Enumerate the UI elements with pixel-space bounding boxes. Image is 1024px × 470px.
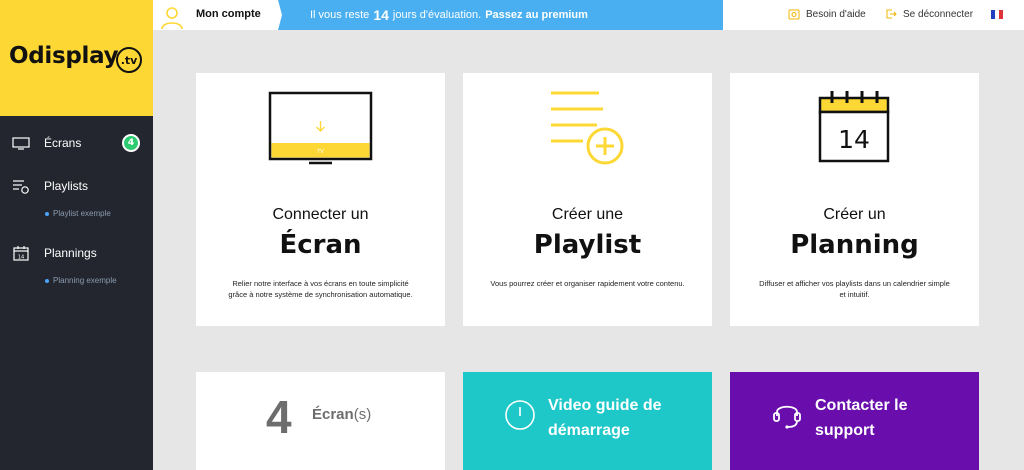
card-description: Relier notre interface à vos écrans en t… <box>228 279 413 299</box>
calendar-day: 14 <box>838 125 870 154</box>
sidebar-item-label: Playlists <box>44 179 89 193</box>
svg-text:14: 14 <box>18 255 24 261</box>
trial-banner[interactable]: Il vous reste 14 jours d'évaluation. Pas… <box>278 0 723 30</box>
sidebar-item-plannings[interactable]: 14 Plannings <box>0 242 153 264</box>
screen-count-badge: 4 <box>122 134 140 152</box>
sidebar-item-label: Plannings <box>44 246 97 260</box>
language-flag-fr[interactable] <box>991 10 1003 19</box>
sidebar-item-label: Écrans <box>44 136 82 150</box>
headset-icon <box>773 405 801 429</box>
sidebar: Odisplay .tv Écrans 4 Playlists Playlist… <box>0 0 153 470</box>
top-bar: Mon compte Il vous reste 14 jours d'éval… <box>153 0 1024 30</box>
video-guide-card[interactable]: Video guide de démarrage <box>463 372 712 470</box>
screen-count-word: Écran <box>312 406 354 423</box>
create-planning-card[interactable]: 14 Créer un Planning Diffuser et affiche… <box>730 73 979 326</box>
monitor-icon <box>12 137 30 150</box>
sidebar-item-playlists[interactable]: Playlists <box>0 175 153 197</box>
sidebar-subitem-planning-example[interactable]: Planning exemple <box>45 276 117 285</box>
logo-text: Odisplay <box>9 43 119 69</box>
card-description: Diffuser et afficher vos playlists dans … <box>759 279 950 299</box>
card-title: Écran <box>279 230 362 260</box>
card-subtitle: Créer un <box>823 206 886 223</box>
screen-count-number: 4 <box>266 391 292 443</box>
card-description: Vous pourrez créer et organiser rapideme… <box>490 279 685 288</box>
help-icon <box>788 9 800 20</box>
bullet-dot <box>45 211 49 216</box>
card-subtitle: Connecter un <box>272 206 369 223</box>
create-playlist-card[interactable]: Créer une Playlist Vous pourrez créer et… <box>463 73 712 326</box>
logo-badge: .tv <box>116 47 142 73</box>
bullet-dot <box>45 278 49 283</box>
sidebar-subitem-label: Planning exemple <box>53 276 117 285</box>
logo[interactable]: Odisplay .tv <box>0 0 153 116</box>
logout-link[interactable]: Se déconnecter <box>885 8 973 20</box>
tv-icon: TV <box>268 91 373 165</box>
connect-screen-card[interactable]: TV Connecter un Écran Relier notre inter… <box>196 73 445 326</box>
sidebar-subitem-playlist-example[interactable]: Playlist exemple <box>45 209 111 218</box>
trial-suffix: jours d'évaluation. <box>392 9 482 21</box>
power-icon <box>505 400 535 430</box>
video-guide-label: Video guide de démarrage <box>548 397 662 439</box>
screen-count-suffix: (s) <box>353 406 372 423</box>
calendar-icon: 14 <box>13 246 29 261</box>
screen-count-card[interactable]: 4 Écran(s) <box>196 372 445 470</box>
help-label: Besoin d'aide <box>806 8 866 20</box>
upgrade-link[interactable]: Passez au premium <box>485 9 588 21</box>
account-label: Mon compte <box>196 8 261 20</box>
sidebar-subitem-label: Playlist exemple <box>53 209 111 218</box>
trial-days: 14 <box>373 7 389 23</box>
screen-count-label: Écran(s) <box>312 406 371 423</box>
calendar-14-icon: 14 <box>818 91 890 163</box>
logout-label: Se déconnecter <box>903 8 974 20</box>
add-playlist-icon <box>551 91 624 165</box>
tv-screen-label: TV <box>316 149 324 155</box>
playlist-icon <box>13 180 29 194</box>
card-subtitle: Créer une <box>551 206 624 223</box>
card-title: Playlist <box>533 230 642 260</box>
trial-prefix: Il vous reste <box>310 9 370 21</box>
card-title: Planning <box>790 230 919 260</box>
logout-icon <box>886 9 897 19</box>
user-icon <box>161 7 183 29</box>
contact-support-label: Contacter le support <box>815 397 908 439</box>
sidebar-item-ecrans[interactable]: Écrans 4 <box>0 132 153 154</box>
contact-support-card[interactable]: Contacter le support <box>730 372 979 470</box>
help-link[interactable]: Besoin d'aide <box>788 8 866 20</box>
